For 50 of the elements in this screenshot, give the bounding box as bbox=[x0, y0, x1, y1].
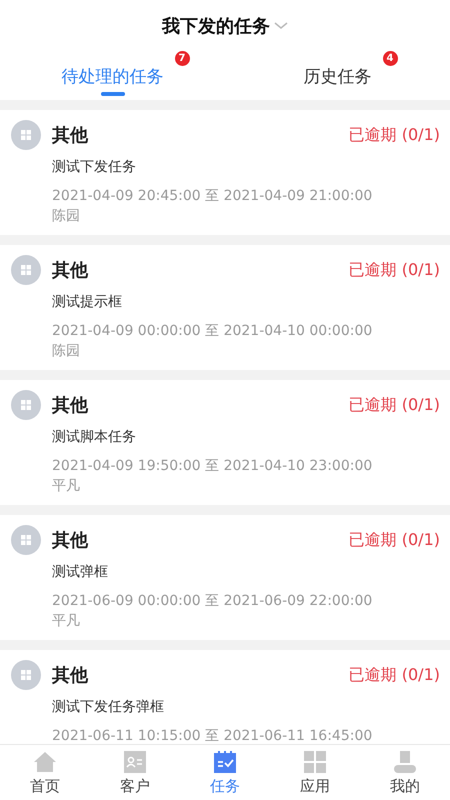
task-card[interactable]: 其他 已逾期 (0/1) 测试脚本任务 2021-04-09 19:50:00 至 2021-04-10 23:00:00 平凡 bbox=[0, 380, 450, 505]
task-card[interactable]: 其他 已逾期 (0/1) 测试弹框 2021-06-09 00:00:00 至 2021-06-09 22:00:00 平凡 bbox=[0, 515, 450, 640]
task-category: 其他 bbox=[52, 664, 90, 687]
tab[interactable]: 历史任务 4 bbox=[225, 52, 450, 100]
task-card[interactable]: 其他 已逾期 (0/1) 测试下发任务弹框 2021-06-11 10:15:00 至 2021-06-11 16:45:00 bbox=[0, 650, 450, 744]
task-assignee: 平凡 bbox=[52, 477, 81, 495]
nav-item[interactable]: 任务 bbox=[180, 745, 270, 800]
grid-icon bbox=[11, 390, 41, 420]
task-category: 其他 bbox=[52, 259, 90, 282]
task-name: 测试下发任务 bbox=[52, 158, 137, 176]
user-icon bbox=[393, 750, 417, 774]
task-time: 2021-04-09 19:50:00 至 2021-04-10 23:00:00 bbox=[52, 458, 374, 475]
task-status: 已逾期 (0/1) bbox=[348, 530, 440, 550]
calendar-check-icon bbox=[213, 750, 237, 774]
task-status: 已逾期 (0/1) bbox=[348, 124, 440, 146]
task-name: 测试下发任务弹框 bbox=[52, 698, 165, 716]
task-category: 其他 bbox=[52, 394, 90, 417]
grid-icon bbox=[11, 525, 41, 555]
tab[interactable]: 待处理的任务 7 bbox=[0, 52, 225, 100]
task-assignee: 陈园 bbox=[52, 207, 81, 225]
grid-icon bbox=[11, 255, 41, 285]
grid-icon bbox=[11, 660, 41, 690]
page-title: 我下发的任务 bbox=[162, 15, 270, 38]
nav-item[interactable]: 应用 bbox=[270, 745, 360, 800]
grid-icon bbox=[11, 120, 41, 150]
count-badge: 4 bbox=[382, 50, 398, 66]
task-name: 测试弹框 bbox=[52, 563, 109, 581]
count-badge: 7 bbox=[174, 50, 190, 66]
home-icon bbox=[33, 750, 57, 774]
grid-icon bbox=[303, 750, 327, 774]
nav-item[interactable]: 客户 bbox=[90, 745, 180, 800]
task-assignee: 平凡 bbox=[52, 612, 81, 630]
contact-card-icon bbox=[123, 750, 147, 774]
task-time: 2021-04-09 00:00:00 至 2021-04-10 00:00:00 bbox=[52, 323, 374, 340]
task-card[interactable]: 其他 已逾期 (0/1) 测试提示框 2021-04-09 00:00:00 至 2021-04-10 00:00:00 陈园 bbox=[0, 245, 450, 370]
task-card[interactable]: 其他 已逾期 (0/1) 测试下发任务 2021-04-09 20:45:00 至 2021-04-09 21:00:00 陈园 bbox=[0, 110, 450, 235]
task-time: 2021-04-09 20:45:00 至 2021-04-09 21:00:00 bbox=[52, 188, 374, 205]
task-name: 测试提示框 bbox=[52, 293, 123, 311]
task-time: 2021-06-11 10:15:00 至 2021-06-11 16:45:00 bbox=[52, 728, 374, 744]
task-time: 2021-06-09 00:00:00 至 2021-06-09 22:00:00 bbox=[52, 593, 374, 610]
task-status: 已逾期 (0/1) bbox=[348, 394, 440, 416]
task-name: 测试脚本任务 bbox=[52, 428, 137, 446]
task-category: 其他 bbox=[52, 124, 90, 147]
task-status: 已逾期 (0/1) bbox=[348, 664, 440, 686]
nav-item[interactable]: 首页 bbox=[0, 745, 90, 800]
nav-item[interactable]: 我的 bbox=[360, 745, 450, 800]
task-status: 已逾期 (0/1) bbox=[348, 260, 440, 280]
chevron-down-icon[interactable] bbox=[274, 22, 288, 30]
task-category: 其他 bbox=[52, 529, 90, 552]
task-assignee: 陈园 bbox=[52, 342, 81, 360]
